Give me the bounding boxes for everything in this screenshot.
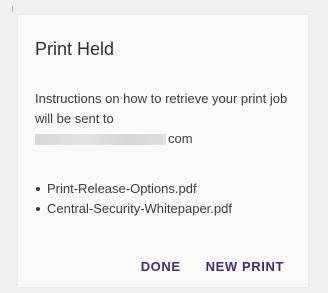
bullet-icon bbox=[36, 187, 40, 191]
instructions-message: Instructions on how to retrieve your pri… bbox=[35, 91, 288, 126]
instructions-text: Instructions on how to retrieve your pri… bbox=[35, 89, 297, 149]
redacted-email-blur bbox=[35, 134, 166, 145]
dialog-title: Print Held bbox=[35, 39, 115, 59]
window-corner-mark bbox=[12, 6, 13, 12]
file-list: Print-Release-Options.pdf Central-Securi… bbox=[35, 179, 232, 219]
file-name: Central-Security-Whitepaper.pdf bbox=[47, 201, 232, 216]
email-suffix: com bbox=[168, 131, 193, 146]
print-held-dialog: Print Held Instructions on how to retrie… bbox=[18, 15, 308, 287]
new-print-button[interactable]: NEW PRINT bbox=[206, 259, 284, 275]
list-item: Print-Release-Options.pdf bbox=[35, 179, 232, 199]
done-button[interactable]: DONE bbox=[141, 259, 181, 275]
bullet-icon bbox=[36, 207, 40, 211]
email-address: com bbox=[35, 129, 297, 149]
file-name: Print-Release-Options.pdf bbox=[47, 181, 197, 196]
dialog-actions: DONE NEW PRINT bbox=[141, 259, 284, 275]
list-item: Central-Security-Whitepaper.pdf bbox=[35, 199, 232, 219]
